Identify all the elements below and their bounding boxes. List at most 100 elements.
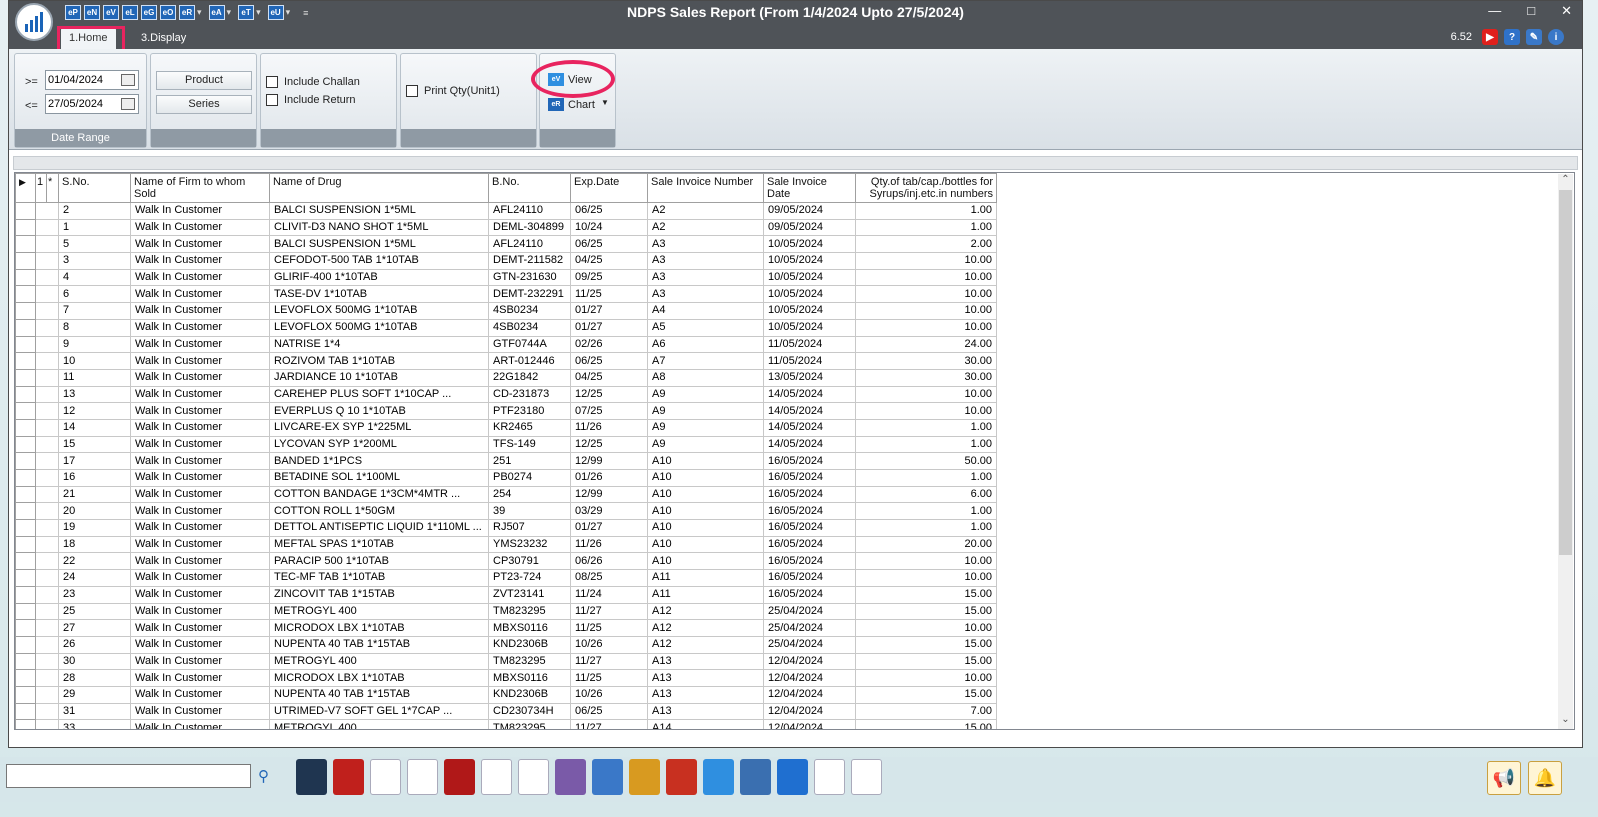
row-header-cell[interactable] xyxy=(15,619,36,637)
row-header-cell[interactable] xyxy=(15,585,36,604)
cell-sno[interactable]: 10 xyxy=(58,352,131,370)
taskbar-app-12-icon[interactable] xyxy=(703,759,734,795)
cell-firm[interactable]: Walk In Customer xyxy=(130,418,270,437)
cell-sno[interactable]: 28 xyxy=(58,669,131,687)
row-header-cell[interactable] xyxy=(15,452,36,470)
row-header-cell[interactable] xyxy=(46,235,59,254)
row-header-cell[interactable] xyxy=(46,603,59,621)
cell-invoice-number[interactable]: A11 xyxy=(647,585,764,604)
cell-exp-date[interactable]: 11/25 xyxy=(570,285,648,304)
cell-drug[interactable]: BALCI SUSPENSION 1*5ML xyxy=(269,235,489,254)
cell-exp-date[interactable]: 11/26 xyxy=(570,535,648,554)
table-row[interactable]: 10 Walk In Customer ROZIVOM TAB 1*10TAB ART… xyxy=(15,352,997,370)
cell-drug[interactable]: COTTON BANDAGE 1*3CM*4MTR ... xyxy=(269,485,489,504)
cell-exp-date[interactable]: 04/25 xyxy=(570,368,648,387)
cell-batch[interactable]: 39 xyxy=(488,502,571,521)
row-selector-header[interactable]: ▶ xyxy=(15,173,36,203)
cell-drug[interactable]: JARDIANCE 10 1*10TAB xyxy=(269,368,489,387)
cell-invoice-date[interactable]: 10/05/2024 xyxy=(763,318,856,337)
cell-batch[interactable]: MBXS0116 xyxy=(488,669,571,687)
cell-quantity[interactable]: 50.00 xyxy=(855,452,997,470)
row-header-cell[interactable] xyxy=(46,252,59,270)
cell-invoice-number[interactable]: A13 xyxy=(647,669,764,687)
table-row[interactable]: 31 Walk In Customer UTRIMED-V7 SOFT GEL 1*… xyxy=(15,702,997,721)
cell-invoice-date[interactable]: 12/04/2024 xyxy=(763,685,856,704)
cell-invoice-date[interactable]: 25/04/2024 xyxy=(763,635,856,654)
cell-sno[interactable]: 1 xyxy=(58,218,131,237)
cell-firm[interactable]: Walk In Customer xyxy=(130,535,270,554)
cell-invoice-date[interactable]: 16/05/2024 xyxy=(763,502,856,521)
row-header-cell[interactable] xyxy=(35,653,47,671)
sort-indicator-header[interactable]: * xyxy=(46,173,59,203)
to-date-field[interactable]: 27/05/2024 xyxy=(45,94,139,114)
cell-drug[interactable]: LYCOVAN SYP 1*200ML xyxy=(269,435,489,454)
row-header-cell[interactable] xyxy=(15,202,36,220)
cell-sno[interactable]: 12 xyxy=(58,402,131,420)
taskbar-app-13-icon[interactable] xyxy=(740,759,771,795)
taskbar-app-14-icon[interactable] xyxy=(777,759,808,795)
cell-invoice-date[interactable]: 16/05/2024 xyxy=(763,585,856,604)
cell-exp-date[interactable]: 02/26 xyxy=(570,335,648,354)
cell-sno[interactable]: 30 xyxy=(58,652,131,671)
cell-firm[interactable]: Walk In Customer xyxy=(130,268,270,287)
cell-drug[interactable]: BANDED 1*1PCS xyxy=(269,452,489,470)
cell-quantity[interactable]: 20.00 xyxy=(855,535,997,554)
cell-quantity[interactable]: 1.00 xyxy=(855,502,997,521)
row-header-cell[interactable] xyxy=(46,636,59,654)
row-header-cell[interactable] xyxy=(15,719,36,729)
table-row[interactable]: 11 Walk In Customer JARDIANCE 10 1*10TAB 22… xyxy=(15,368,997,387)
cell-invoice-date[interactable]: 13/05/2024 xyxy=(763,368,856,387)
cell-batch[interactable]: PTF23180 xyxy=(488,402,571,420)
cell-exp-date[interactable]: 11/26 xyxy=(570,418,648,437)
vertical-scrollbar[interactable]: ⌃ ⌄ xyxy=(1558,174,1573,729)
cell-quantity[interactable]: 10.00 xyxy=(855,552,997,571)
cell-firm[interactable]: Walk In Customer xyxy=(130,402,270,420)
cell-batch[interactable]: CD-231873 xyxy=(488,385,571,404)
row-header-cell[interactable] xyxy=(15,669,36,687)
row-header-cell[interactable] xyxy=(15,535,36,554)
cell-firm[interactable]: Walk In Customer xyxy=(130,252,270,270)
row-header-cell[interactable] xyxy=(46,319,59,337)
cell-batch[interactable]: DEMT-211582 xyxy=(488,252,571,270)
row-header-cell[interactable] xyxy=(35,352,47,370)
cell-firm[interactable]: Walk In Customer xyxy=(130,452,270,470)
chevron-down-icon[interactable]: ▼ xyxy=(601,98,609,107)
row-header-cell[interactable] xyxy=(35,719,47,729)
scroll-up-icon[interactable]: ⌃ xyxy=(1558,174,1573,189)
cell-quantity[interactable]: 1.00 xyxy=(855,435,997,454)
info-icon[interactable]: i xyxy=(1548,29,1564,45)
cell-invoice-number[interactable]: A3 xyxy=(647,252,764,270)
cell-invoice-date[interactable]: 12/04/2024 xyxy=(763,669,856,687)
scroll-thumb[interactable] xyxy=(1559,190,1572,555)
row-header-cell[interactable] xyxy=(15,402,36,420)
cell-quantity[interactable]: 10.00 xyxy=(855,619,997,637)
cell-sno[interactable]: 6 xyxy=(58,285,131,304)
cell-invoice-date[interactable]: 11/05/2024 xyxy=(763,335,856,354)
cell-exp-date[interactable]: 10/26 xyxy=(570,635,648,654)
cell-sno[interactable]: 17 xyxy=(58,452,131,470)
cell-invoice-number[interactable]: A3 xyxy=(647,285,764,304)
row-header-cell[interactable] xyxy=(35,302,47,320)
cell-exp-date[interactable]: 11/25 xyxy=(570,669,648,687)
row-header-cell[interactable] xyxy=(46,569,59,587)
cell-quantity[interactable]: 15.00 xyxy=(855,652,997,671)
cell-drug[interactable]: COTTON ROLL 1*50GM xyxy=(269,502,489,521)
cell-batch[interactable]: 4SB0234 xyxy=(488,302,571,320)
row-header-cell[interactable] xyxy=(46,202,59,220)
cell-drug[interactable]: NUPENTA 40 TAB 1*15TAB xyxy=(269,635,489,654)
cell-quantity[interactable]: 10.00 xyxy=(855,285,997,304)
row-header-cell[interactable] xyxy=(15,485,36,504)
cell-drug[interactable]: CAREHEP PLUS SOFT 1*10CAP ... xyxy=(269,385,489,404)
row-header-cell[interactable] xyxy=(46,703,59,721)
cell-invoice-number[interactable]: A2 xyxy=(647,218,764,237)
row-header-cell[interactable] xyxy=(15,502,36,521)
cell-exp-date[interactable]: 12/99 xyxy=(570,485,648,504)
cell-sno[interactable]: 29 xyxy=(58,685,131,704)
cell-invoice-number[interactable]: A9 xyxy=(647,435,764,454)
cell-exp-date[interactable]: 09/25 xyxy=(570,268,648,287)
cell-batch[interactable]: GTN-231630 xyxy=(488,268,571,287)
cell-invoice-date[interactable]: 16/05/2024 xyxy=(763,485,856,504)
row-header-cell[interactable] xyxy=(15,335,36,354)
column-header-exp-date[interactable]: Exp.Date xyxy=(570,173,648,203)
taskbar-app-6-icon[interactable] xyxy=(481,759,512,795)
